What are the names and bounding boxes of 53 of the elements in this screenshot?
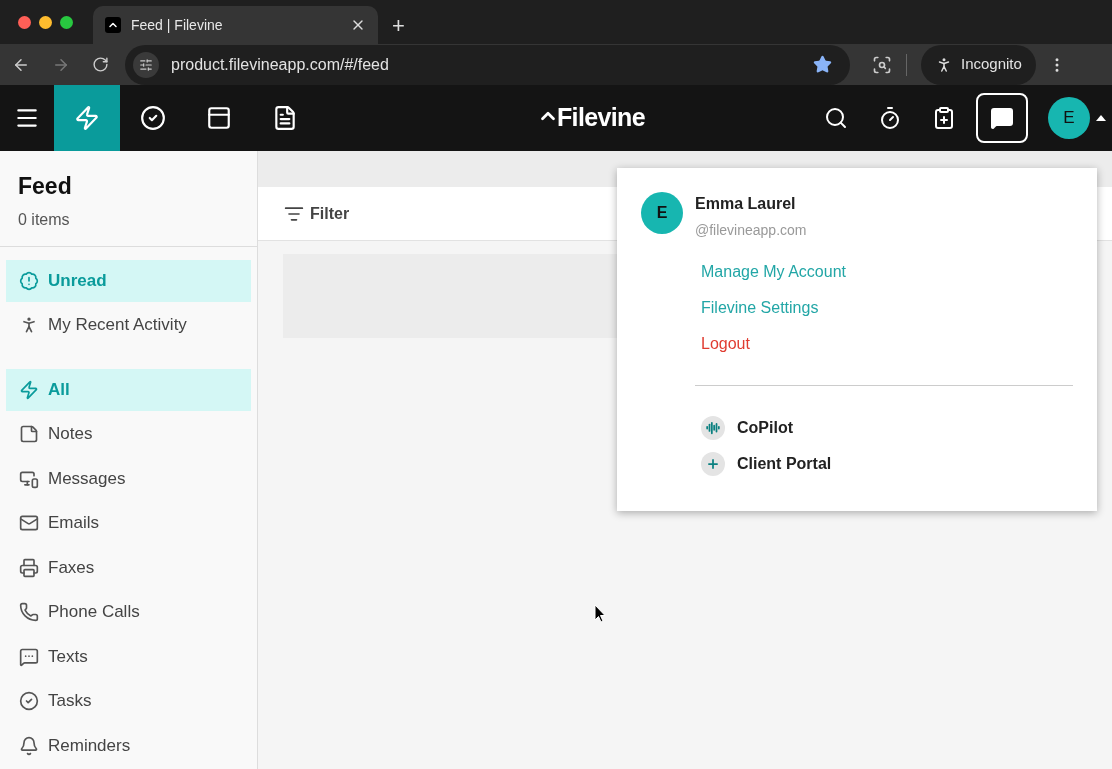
sidebar-item[interactable]: Emails bbox=[6, 502, 251, 544]
mouse-cursor-icon bbox=[594, 604, 606, 624]
caret-icon[interactable] bbox=[1096, 115, 1106, 121]
minimize-window-icon[interactable] bbox=[39, 15, 52, 29]
url-text: product.filevineapp.com/#/feed bbox=[171, 54, 390, 75]
filter-button[interactable]: Filter bbox=[284, 201, 350, 226]
chat-button[interactable] bbox=[976, 93, 1028, 143]
note-icon bbox=[19, 424, 39, 444]
sidebar-item[interactable]: Notes bbox=[6, 413, 251, 455]
site-settings-icon[interactable] bbox=[133, 51, 159, 78]
feed-title: Feed bbox=[18, 172, 73, 201]
sidebar-item[interactable]: Reminders bbox=[6, 724, 251, 767]
user-name: Emma Laurel bbox=[695, 194, 797, 214]
bell-icon bbox=[19, 735, 39, 756]
profile-label: Incognito bbox=[961, 54, 1022, 75]
sidebar-item[interactable]: Tasks bbox=[6, 680, 251, 722]
sidebar-item[interactable]: My Recent Activity bbox=[6, 304, 251, 346]
lightning-icon bbox=[19, 379, 39, 400]
browser-tab[interactable]: Feed | Filevine bbox=[93, 6, 378, 44]
app-link[interactable]: CoPilot bbox=[701, 416, 1073, 440]
sidebar-item[interactable]: Texts bbox=[6, 635, 251, 678]
app-link[interactable]: Client Portal bbox=[701, 452, 1073, 476]
reload-icon[interactable] bbox=[92, 56, 109, 73]
chat-icon bbox=[990, 106, 1014, 130]
mail-icon bbox=[19, 513, 39, 533]
note-add-icon[interactable] bbox=[932, 106, 956, 130]
incognito-chip[interactable]: Incognito bbox=[921, 44, 1036, 85]
plus-icon bbox=[701, 452, 725, 476]
address-bar[interactable]: product.filevineapp.com/#/feed bbox=[125, 44, 850, 85]
item-count: 0 items bbox=[18, 209, 71, 230]
search-icon[interactable] bbox=[824, 106, 848, 130]
bars-icon bbox=[701, 416, 725, 440]
check-circle-icon bbox=[19, 691, 39, 711]
printer-icon bbox=[19, 557, 39, 578]
logout-link[interactable]: Logout bbox=[701, 333, 750, 355]
phone-icon bbox=[19, 602, 39, 622]
sidebar-item[interactable]: Faxes bbox=[6, 546, 251, 589]
tab-title: Feed | Filevine bbox=[131, 15, 224, 35]
alert-badge-icon bbox=[19, 270, 39, 291]
user-email: @filevineapp.com bbox=[695, 221, 807, 240]
avatar: E bbox=[641, 192, 683, 234]
bookmark-star-icon[interactable] bbox=[813, 55, 832, 74]
sidebar-item[interactable]: Phone Calls bbox=[6, 591, 251, 633]
new-tab-button[interactable]: + bbox=[378, 6, 419, 44]
filevine-logo-icon bbox=[105, 17, 121, 33]
sidebar-item[interactable]: Messages bbox=[6, 457, 251, 500]
avatar[interactable]: E bbox=[1048, 97, 1090, 139]
maximize-window-icon[interactable] bbox=[60, 15, 73, 29]
close-window-icon[interactable] bbox=[18, 15, 31, 29]
chat-icon bbox=[19, 646, 39, 667]
stopwatch-icon[interactable] bbox=[878, 106, 902, 130]
filevine-logo: Filevine bbox=[536, 99, 646, 137]
lens-icon[interactable] bbox=[872, 54, 892, 75]
